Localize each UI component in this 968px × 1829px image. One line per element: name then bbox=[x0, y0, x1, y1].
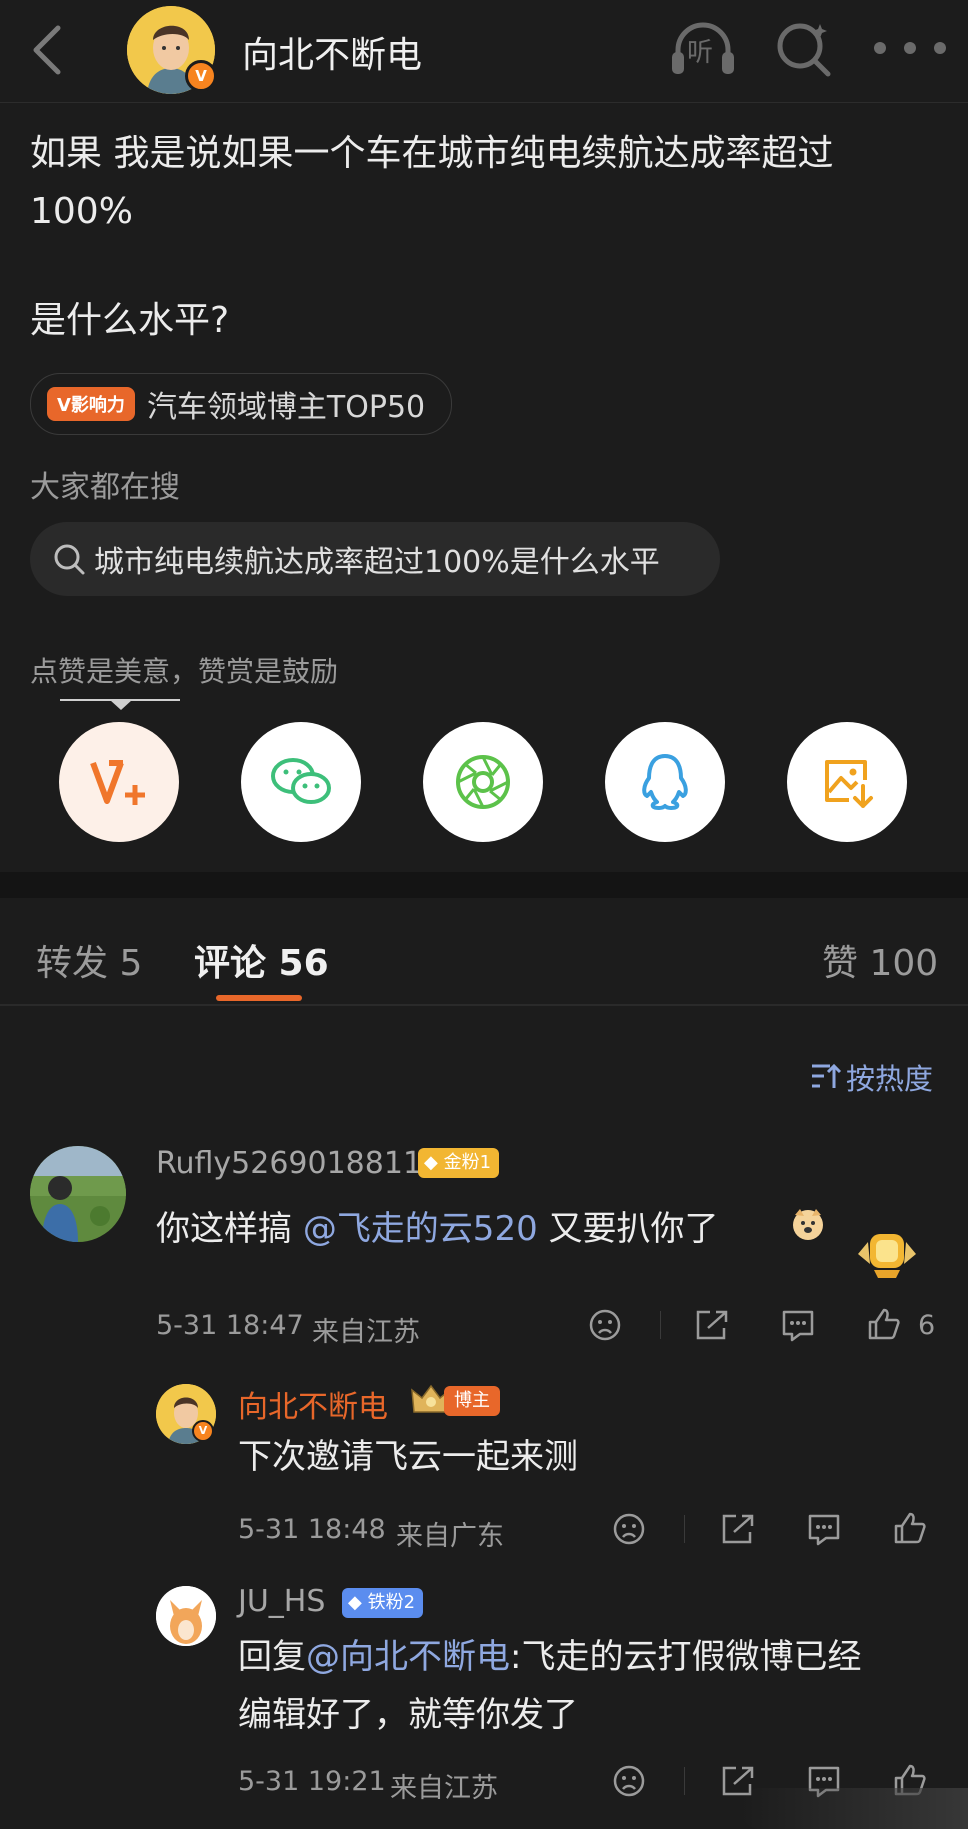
reply2-prefix: 回复 bbox=[238, 1637, 306, 1677]
comment-text-start: 你这样搞 bbox=[156, 1209, 303, 1249]
sort-icon[interactable] bbox=[810, 1062, 842, 1090]
reply-action-separator bbox=[684, 1515, 685, 1543]
reply2-dislike-icon[interactable] bbox=[612, 1764, 646, 1798]
comment-time: 5-31 18:47 bbox=[156, 1310, 304, 1341]
iron-fan-badge-icon: ◆ bbox=[348, 1592, 368, 1613]
qq-icon bbox=[639, 752, 691, 812]
iron-fan-badge-text: 铁粉2 bbox=[367, 1592, 416, 1613]
appreciation-text: 点赞是美意，赞赏是鼓励 bbox=[30, 655, 339, 688]
reply2-text-line1: 回复@向北不断电:飞走的云打假微博已经 bbox=[238, 1628, 861, 1686]
reply-text: 下次邀请飞云一起来测 bbox=[238, 1437, 578, 1477]
tab-likes[interactable]: 赞 100 bbox=[822, 934, 938, 986]
watermark-overlay bbox=[740, 1788, 968, 1829]
comment-text-end: 又要扒你了 bbox=[537, 1209, 719, 1249]
reply-verified-badge: V bbox=[192, 1420, 214, 1442]
reply-comment-icon[interactable] bbox=[806, 1512, 842, 1546]
post-line-2: 100% bbox=[30, 191, 133, 232]
header-divider bbox=[0, 102, 968, 103]
comment-location: 来自江苏 bbox=[312, 1317, 420, 1348]
crown-medal-icon bbox=[852, 1224, 922, 1280]
comment-icon[interactable] bbox=[780, 1308, 816, 1342]
share-wechat-button[interactable] bbox=[241, 722, 361, 842]
reply2-time: 5-31 19:21 bbox=[238, 1766, 386, 1797]
tab-comments[interactable]: 评论 56 bbox=[194, 934, 329, 986]
section-divider bbox=[0, 872, 968, 898]
gold-fan-badge-text: 金粉1 bbox=[443, 1152, 492, 1173]
comment-mention-link[interactable]: @飞走的云520 bbox=[303, 1209, 538, 1249]
search-small-icon bbox=[52, 542, 86, 576]
doge-emoji-icon bbox=[790, 1206, 826, 1242]
trending-search-label: 大家都在搜 bbox=[30, 470, 180, 505]
like-icon[interactable] bbox=[866, 1306, 902, 1342]
trending-search-chip[interactable]: 城市纯电续航达成率超过100%是什么水平 bbox=[30, 522, 720, 596]
reply-location: 来自广东 bbox=[396, 1521, 504, 1552]
verified-badge: V bbox=[185, 60, 217, 92]
more-icon[interactable] bbox=[872, 40, 948, 56]
tooltip-pointer bbox=[110, 700, 132, 710]
reward-button[interactable] bbox=[59, 722, 179, 842]
reply2-name[interactable]: JU_HS bbox=[238, 1584, 325, 1619]
save-image-button[interactable] bbox=[787, 722, 907, 842]
listen-label: 听 bbox=[687, 38, 714, 68]
reply2-text-end: :飞走的云打假微博已经 bbox=[510, 1637, 862, 1677]
author-name[interactable]: 向北不断电 bbox=[242, 26, 422, 78]
top-bar: V 向北不断电 听 bbox=[0, 0, 968, 100]
moments-icon bbox=[454, 753, 512, 811]
reply2-avatar[interactable] bbox=[156, 1586, 216, 1646]
wechat-icon bbox=[269, 754, 333, 810]
blogger-badge: 博主 bbox=[444, 1386, 500, 1416]
action-separator bbox=[660, 1311, 661, 1339]
trending-search-text: 城市纯电续航达成率超过100%是什么水平 bbox=[94, 545, 660, 580]
tab-active-indicator bbox=[216, 995, 302, 1001]
share-moments-button[interactable] bbox=[423, 722, 543, 842]
reply2-text-line2: 编辑好了，就等你发了 bbox=[238, 1695, 578, 1735]
reply-dislike-icon[interactable] bbox=[612, 1512, 646, 1546]
tab-reposts[interactable]: 转发 5 bbox=[36, 934, 142, 986]
post-line-3: 是什么水平? bbox=[30, 300, 230, 341]
share-qq-button[interactable] bbox=[605, 722, 725, 842]
influence-text: 汽车领域博主TOP50 bbox=[146, 390, 426, 425]
comment-text: 你这样搞 @飞走的云520 又要扒你了 bbox=[156, 1200, 719, 1258]
reply2-action-separator bbox=[684, 1767, 685, 1795]
fan-badge-icon: ◆ bbox=[424, 1152, 444, 1173]
commenter-name[interactable]: Rufly5269018811 bbox=[156, 1146, 422, 1181]
reply2-location: 来自江苏 bbox=[390, 1773, 498, 1804]
save-image-icon bbox=[819, 754, 875, 810]
search-icon[interactable] bbox=[774, 18, 834, 78]
dislike-icon[interactable] bbox=[588, 1308, 622, 1342]
reply-author-name[interactable]: 向北不断电 bbox=[238, 1382, 388, 1426]
reply-share-icon[interactable] bbox=[720, 1512, 756, 1546]
commenter-avatar[interactable] bbox=[30, 1146, 126, 1242]
post-line-1: 如果 我是说如果一个车在城市纯电续航达成率超过 bbox=[30, 133, 834, 174]
iron-fan-badge: ◆ 铁粉2 bbox=[342, 1588, 424, 1618]
like-count: 6 bbox=[918, 1310, 936, 1341]
reward-icon bbox=[89, 757, 149, 807]
reply2-mention-link[interactable]: @向北不断电 bbox=[306, 1637, 510, 1677]
back-icon[interactable] bbox=[28, 24, 68, 76]
reply-like-icon[interactable] bbox=[892, 1510, 928, 1546]
share-icon[interactable] bbox=[694, 1308, 730, 1342]
tabs-divider bbox=[0, 1004, 968, 1006]
reply-time: 5-31 18:48 bbox=[238, 1514, 386, 1545]
gold-fan-badge: ◆ 金粉1 bbox=[418, 1148, 500, 1178]
influence-chip[interactable]: V影响力 汽车领域博主TOP50 bbox=[30, 373, 453, 435]
sort-label[interactable]: 按热度 bbox=[846, 1056, 933, 1098]
influence-tag: V影响力 bbox=[47, 387, 135, 421]
